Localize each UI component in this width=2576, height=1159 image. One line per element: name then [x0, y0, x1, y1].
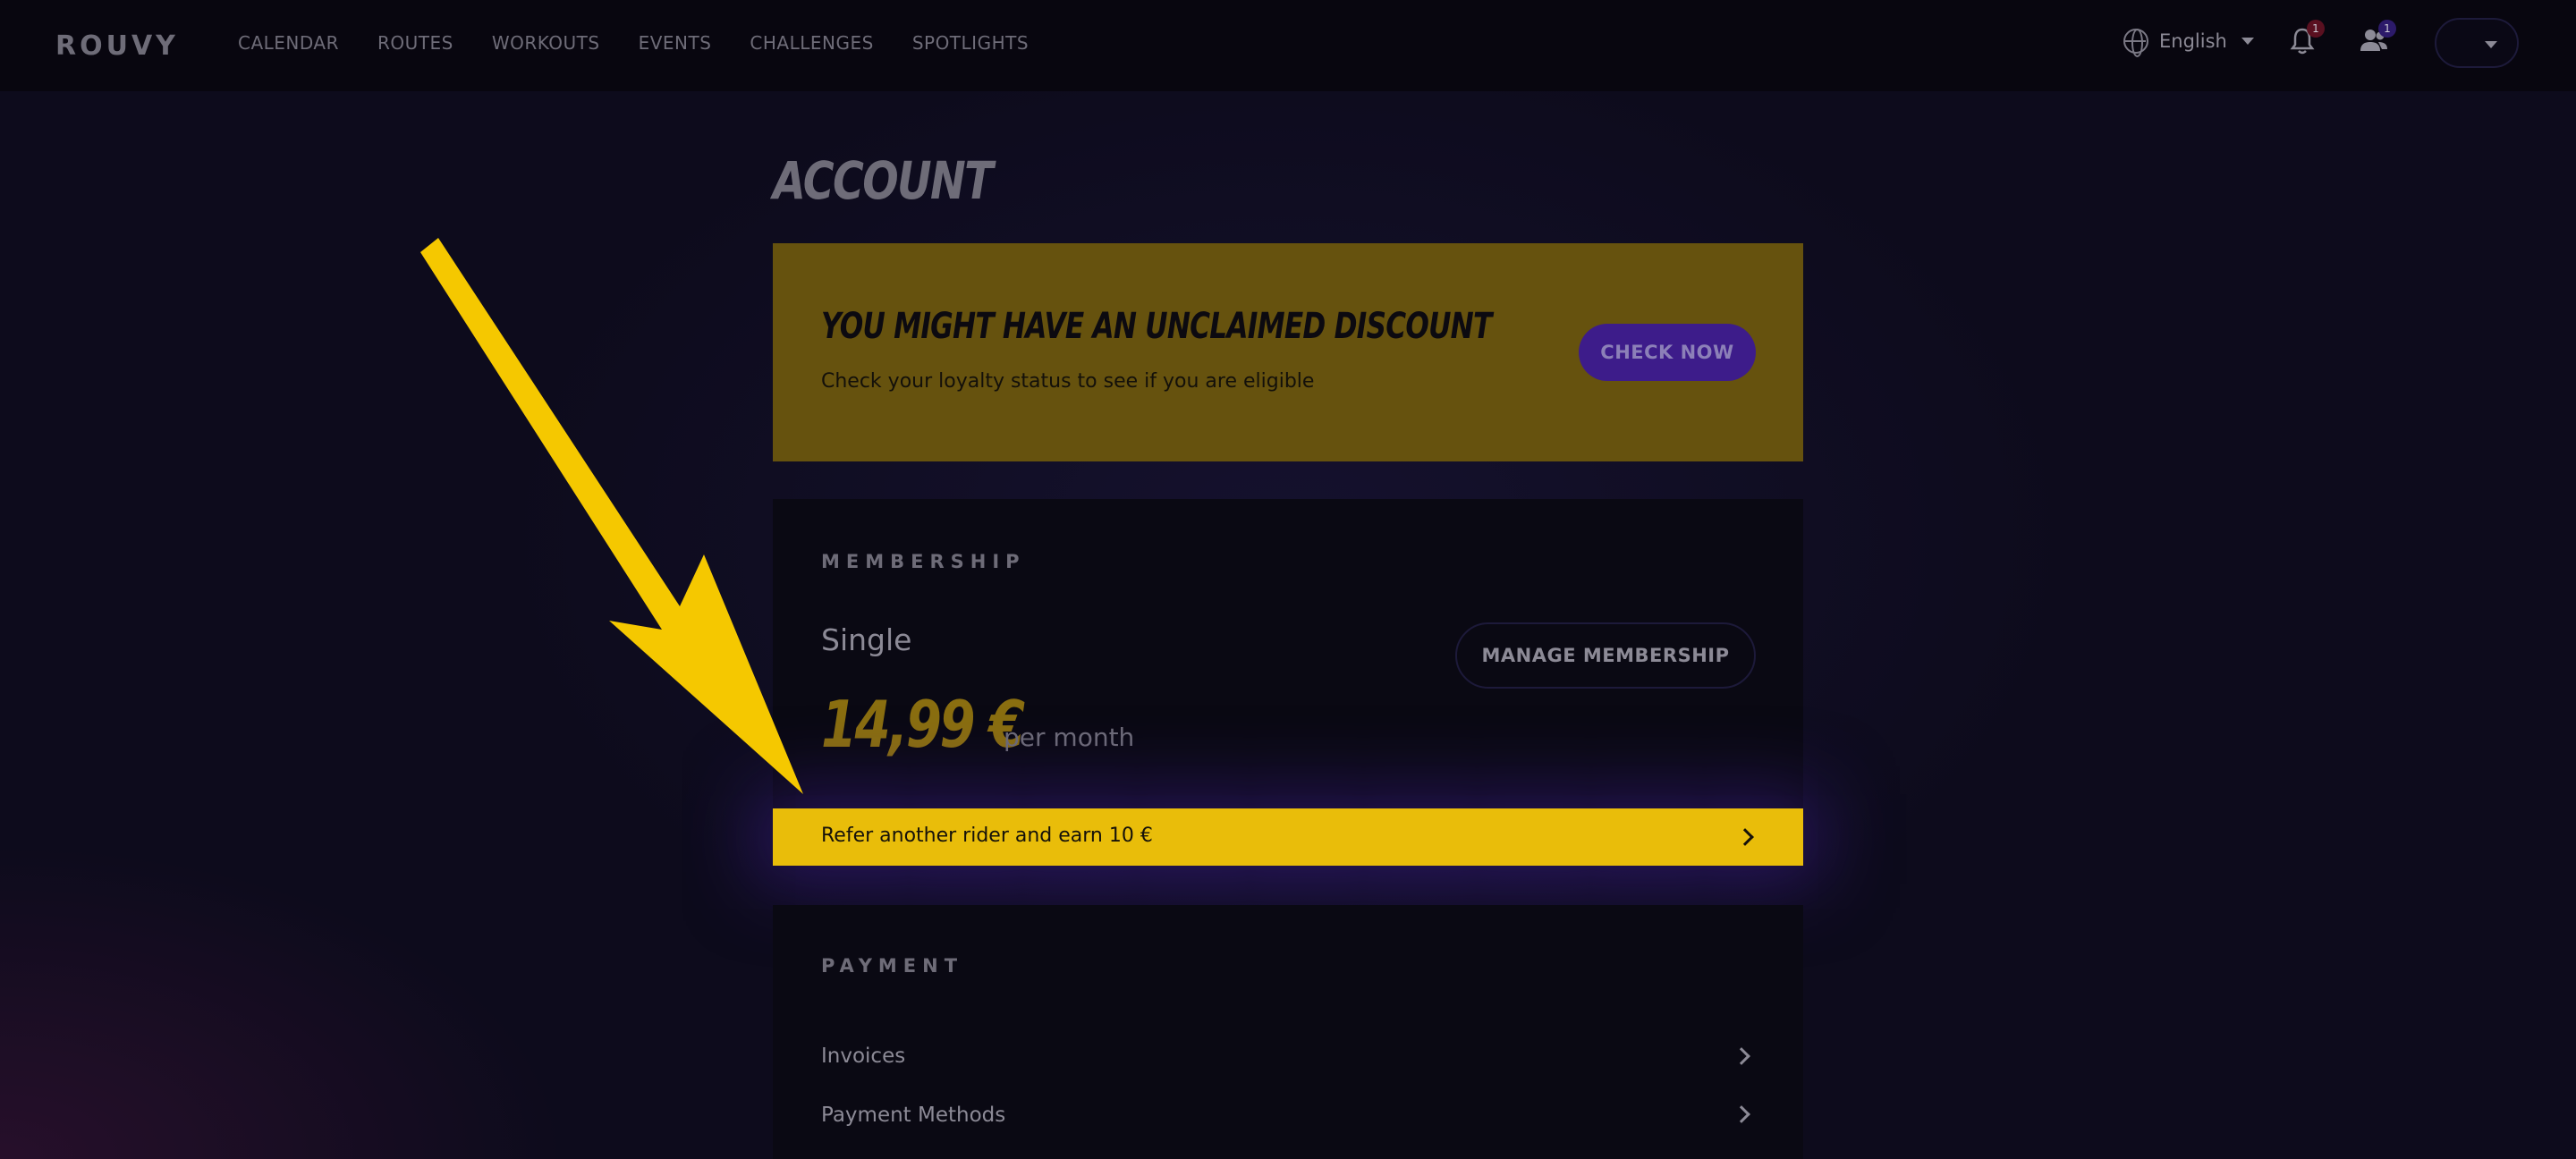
invoices-link[interactable]: Invoices	[821, 1045, 905, 1068]
language-selector[interactable]: English	[2123, 29, 2254, 57]
top-navigation: ROUVY CALENDAR ROUTES WORKOUTS EVENTS CH…	[0, 0, 2576, 91]
chevron-right-icon	[1736, 828, 1754, 846]
notifications-badge: 1	[2307, 20, 2325, 38]
plan-price: 14,99 €	[821, 687, 1025, 762]
profile-menu-button[interactable]	[2435, 18, 2519, 68]
chevron-right-icon	[1733, 1105, 1750, 1123]
refer-rider-banner[interactable]: Refer another rider and earn 10 €	[773, 808, 1803, 866]
payment-methods-link[interactable]: Payment Methods	[821, 1104, 1005, 1127]
payment-card: PAYMENT Invoices Payment Methods	[773, 905, 1803, 1159]
refer-rider-text: Refer another rider and earn 10 €	[821, 825, 1153, 847]
membership-card: MEMBERSHIP Single 14,99 € per month MANA…	[773, 499, 1803, 810]
check-now-button[interactable]: CHECK NOW	[1579, 324, 1756, 381]
nav-workouts[interactable]: WORKOUTS	[492, 32, 600, 54]
chevron-right-icon	[1733, 1047, 1750, 1065]
discount-title: YOU MIGHT HAVE AN UNCLAIMED DISCOUNT	[821, 306, 1492, 347]
chevron-down-icon	[2241, 38, 2254, 45]
notifications-button[interactable]: 1	[2287, 20, 2325, 57]
payment-section-label: PAYMENT	[821, 955, 964, 977]
friends-badge: 1	[2378, 20, 2396, 38]
nav-routes[interactable]: ROUTES	[377, 32, 453, 54]
membership-section-label: MEMBERSHIP	[821, 551, 1026, 572]
language-label: English	[2159, 30, 2227, 52]
nav-calendar[interactable]: CALENDAR	[238, 32, 339, 54]
nav-challenges[interactable]: CHALLENGES	[750, 32, 873, 54]
main-menu: CALENDAR ROUTES WORKOUTS EVENTS CHALLENG…	[238, 32, 1067, 54]
manage-membership-button[interactable]: MANAGE MEMBERSHIP	[1455, 622, 1756, 689]
chevron-down-icon	[2485, 41, 2497, 48]
billing-period: per month	[1004, 723, 1135, 752]
nav-spotlights[interactable]: SPOTLIGHTS	[912, 32, 1029, 54]
rouvy-logo[interactable]: ROUVY	[55, 30, 179, 62]
page-title: ACCOUNT	[773, 150, 994, 211]
discount-subtitle: Check your loyalty status to see if you …	[821, 370, 1315, 393]
globe-icon	[2123, 29, 2148, 57]
discount-banner: YOU MIGHT HAVE AN UNCLAIMED DISCOUNT Che…	[773, 243, 1803, 461]
nav-events[interactable]: EVENTS	[639, 32, 712, 54]
friends-button[interactable]: 1	[2359, 20, 2396, 57]
plan-name: Single	[821, 622, 912, 657]
